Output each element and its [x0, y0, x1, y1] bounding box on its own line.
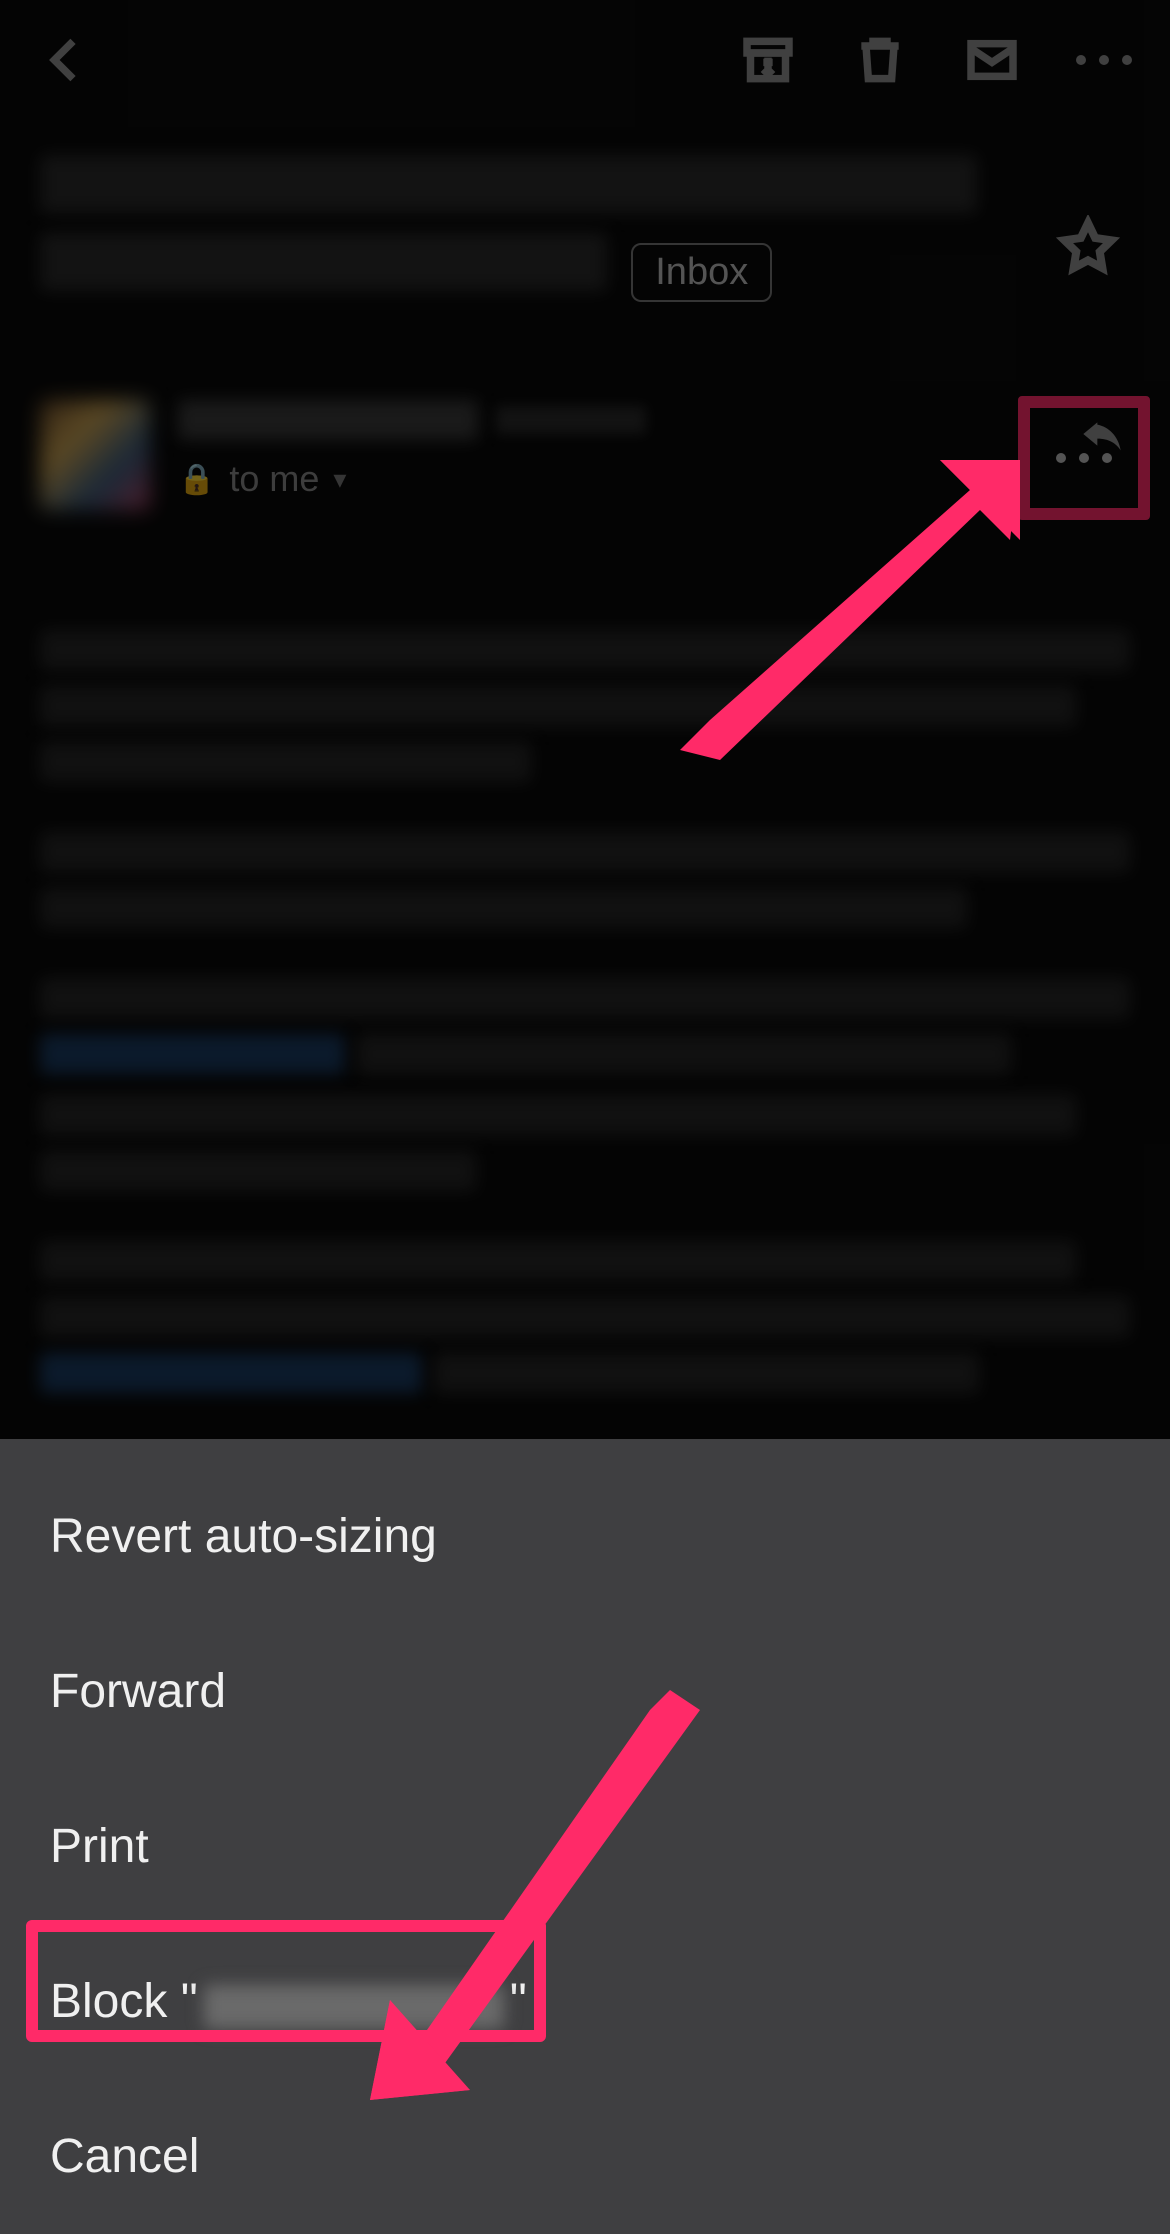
sheet-item-label: Print: [50, 1820, 149, 1873]
inbox-chip[interactable]: Inbox: [631, 243, 772, 302]
to-label: to me: [229, 458, 319, 500]
recipient-row[interactable]: 🔒 to me ▾: [178, 458, 1046, 500]
block-name-redacted: [204, 1985, 504, 2029]
toolbar-more-button[interactable]: [1068, 24, 1140, 96]
delete-button[interactable]: [844, 24, 916, 96]
sheet-item-block-sender[interactable]: Block " ": [0, 1924, 1170, 2079]
annotation-highlight-more: [1018, 396, 1150, 520]
back-icon: [38, 32, 94, 88]
sheet-item-label: Forward: [50, 1665, 226, 1718]
sheet-item-label: ": [510, 1975, 527, 2028]
sender-avatar[interactable]: [40, 400, 150, 510]
more-icon: [1076, 55, 1132, 65]
sheet-item-print[interactable]: Print: [0, 1769, 1170, 1924]
sheet-item-cancel[interactable]: Cancel: [0, 2079, 1170, 2234]
sheet-item-revert-auto-sizing[interactable]: Revert auto-sizing: [0, 1459, 1170, 1614]
email-body: [40, 580, 1130, 1581]
star-icon: [1056, 215, 1120, 279]
email-screen: Inbox 🔒 to me ▾: [0, 0, 1170, 2234]
sender-row: 🔒 to me ▾: [40, 400, 1130, 510]
subject-area: Inbox: [40, 155, 1130, 311]
subject-text-redacted: [40, 155, 977, 213]
archive-button[interactable]: [732, 24, 804, 96]
chevron-down-icon: ▾: [333, 464, 346, 495]
archive-icon: [740, 32, 796, 88]
sender-time-redacted: [496, 406, 646, 434]
trash-icon: [852, 32, 908, 88]
sheet-item-label: Cancel: [50, 2130, 199, 2183]
mail-icon: [964, 32, 1020, 88]
sheet-item-label: Revert auto-sizing: [50, 1510, 437, 1563]
sender-name-redacted: [178, 400, 478, 440]
toolbar: [0, 0, 1170, 120]
sender-meta: 🔒 to me ▾: [178, 400, 1046, 500]
subject-text-redacted: [40, 233, 607, 291]
message-more-button[interactable]: [1056, 453, 1112, 463]
tls-lock-icon: 🔒: [178, 462, 215, 497]
back-button[interactable]: [30, 24, 102, 96]
sheet-item-label: Block ": [50, 1975, 198, 2028]
star-button[interactable]: [1056, 215, 1120, 284]
mark-unread-button[interactable]: [956, 24, 1028, 96]
action-sheet: Revert auto-sizing Forward Print Block "…: [0, 1439, 1170, 2234]
sheet-item-forward[interactable]: Forward: [0, 1614, 1170, 1769]
